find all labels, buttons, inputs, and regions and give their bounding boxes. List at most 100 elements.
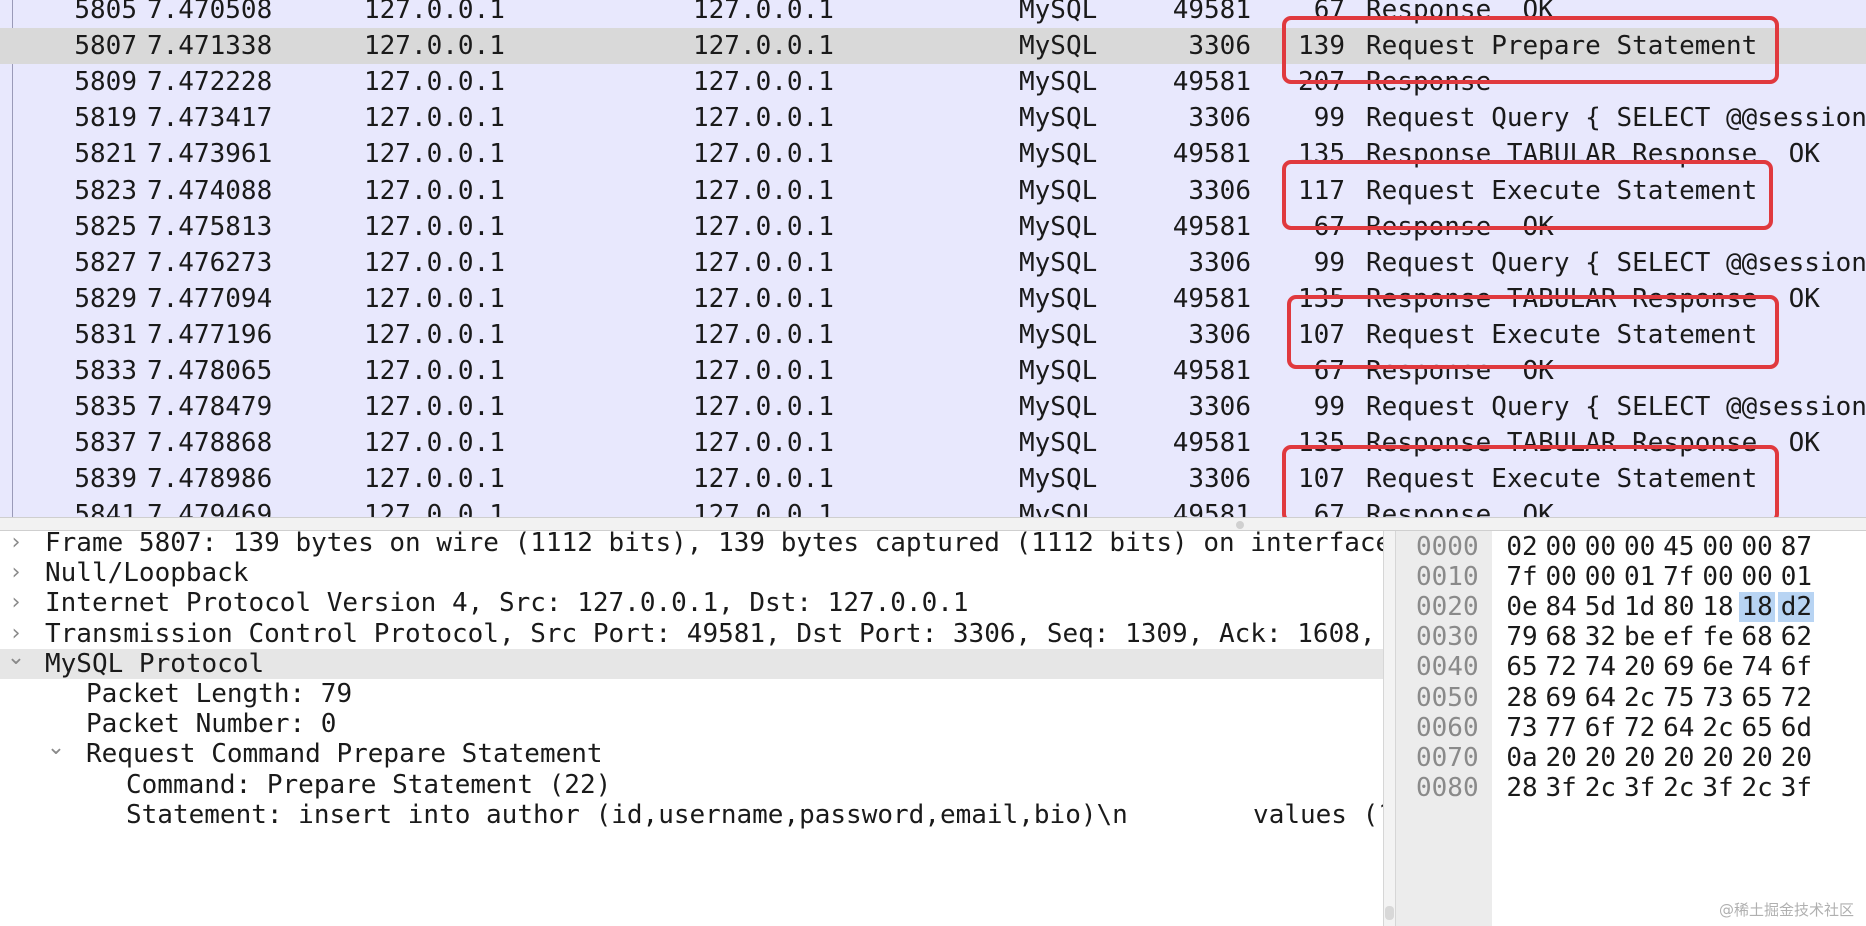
hex-byte[interactable]: 65 [1739, 713, 1775, 743]
hex-byte[interactable]: 3f [1622, 773, 1658, 803]
chevron-down-icon[interactable]: ⌄ [6, 649, 26, 669]
hex-byte[interactable]: 02 [1504, 532, 1540, 562]
hex-byte[interactable]: 00 [1543, 562, 1579, 592]
hex-byte[interactable]: 00 [1543, 532, 1579, 562]
hex-byte[interactable]: 65 [1504, 652, 1540, 682]
vertical-splitter[interactable] [1383, 531, 1396, 926]
hex-byte[interactable]: 32 [1582, 622, 1618, 652]
hex-byte[interactable]: 84 [1543, 592, 1579, 622]
hex-byte[interactable]: 75 [1661, 683, 1697, 713]
divider-grip[interactable] [1236, 521, 1244, 529]
hex-byte[interactable]: 6f [1778, 652, 1814, 682]
hex-byte[interactable]: 20 [1622, 652, 1658, 682]
chevron-right-icon[interactable]: › [6, 619, 26, 649]
hex-byte[interactable]: 5d [1582, 592, 1618, 622]
hex-byte[interactable]: 62 [1778, 622, 1814, 652]
hex-byte[interactable]: 65 [1739, 683, 1775, 713]
hex-byte[interactable]: 00 [1700, 562, 1736, 592]
packet-bytes-pane[interactable]: 0000 02 00 00 00 45 00 00 87 0010 7f 00 00 01 7f 00 00 01… [1396, 531, 1866, 926]
hex-byte[interactable]: 01 [1778, 562, 1814, 592]
hex-row[interactable]: 0050 28 69 64 2c 75 73 65 72 [1396, 683, 1866, 713]
hex-byte[interactable]: 68 [1543, 622, 1579, 652]
hex-byte[interactable]: 64 [1582, 683, 1618, 713]
hex-byte[interactable]: 6e [1700, 652, 1736, 682]
hex-row[interactable]: 0060 73 77 6f 72 64 2c 65 6d [1396, 713, 1866, 743]
hex-byte[interactable]: 2c [1739, 773, 1775, 803]
hex-byte[interactable]: 00 [1582, 532, 1618, 562]
hex-byte[interactable]: 68 [1739, 622, 1775, 652]
hex-byte[interactable]: 20 [1661, 743, 1697, 773]
hex-byte[interactable]: 18 [1700, 592, 1736, 622]
hex-byte[interactable]: 80 [1661, 592, 1697, 622]
hex-byte[interactable]: 0a [1504, 743, 1540, 773]
chevron-right-icon[interactable]: › [6, 531, 26, 558]
hex-byte[interactable]: 2c [1661, 773, 1697, 803]
hex-byte[interactable]: 77 [1543, 713, 1579, 743]
hex-byte[interactable]: 2c [1622, 683, 1658, 713]
hex-byte[interactable]: 45 [1661, 532, 1697, 562]
hex-byte[interactable]: 7f [1504, 562, 1540, 592]
detail-row[interactable]: ⌄ MySQL Protocol [0, 648, 1383, 679]
hex-byte[interactable]: 87 [1778, 532, 1814, 562]
hex-row[interactable]: 0020 0e 84 5d 1d 80 18 18 d2 [1396, 592, 1866, 623]
hex-byte[interactable]: 00 [1739, 562, 1775, 592]
hex-byte[interactable]: 00 [1622, 532, 1658, 562]
detail-row[interactable]: Packet Number: 0 [0, 709, 1383, 739]
hex-byte[interactable]: 28 [1504, 773, 1540, 803]
detail-row[interactable]: Packet Length: 79 [0, 679, 1383, 709]
hex-byte[interactable]: 6f [1582, 713, 1618, 743]
hex-byte[interactable]: be [1622, 622, 1658, 652]
chevron-down-icon[interactable]: ⌄ [46, 739, 66, 759]
packet-row[interactable]: 5835 7.478479 127.0.0.1 127.0.0.1 MySQL 3306 9… [0, 389, 1866, 425]
hex-byte[interactable]: 20 [1739, 743, 1775, 773]
hex-byte[interactable]: 00 [1739, 532, 1775, 562]
detail-row[interactable]: Statement: insert into author (id,userna… [0, 800, 1383, 830]
hex-row[interactable]: 0010 7f 00 00 01 7f 00 00 01 [1396, 562, 1866, 592]
hex-byte[interactable]: 20 [1543, 743, 1579, 773]
hex-byte[interactable]: 20 [1622, 743, 1658, 773]
hex-byte[interactable]: 79 [1504, 622, 1540, 652]
hex-byte[interactable]: 20 [1778, 743, 1814, 773]
hex-byte[interactable]: 7f [1661, 562, 1697, 592]
hex-byte[interactable]: 01 [1622, 562, 1658, 592]
hex-byte[interactable]: 74 [1582, 652, 1618, 682]
hex-byte[interactable]: 18 [1739, 592, 1776, 623]
pane-divider[interactable] [0, 517, 1866, 531]
hex-byte[interactable]: 6d [1778, 713, 1814, 743]
hex-byte[interactable]: 3f [1700, 773, 1736, 803]
hex-row[interactable]: 0040 65 72 74 20 69 6e 74 6f [1396, 652, 1866, 682]
packet-row[interactable]: 5819 7.473417 127.0.0.1 127.0.0.1 MySQL 3306 9… [0, 100, 1866, 136]
hex-byte[interactable]: 73 [1700, 683, 1736, 713]
hex-byte[interactable]: 00 [1700, 532, 1736, 562]
hex-byte[interactable]: ef [1661, 622, 1697, 652]
hex-row[interactable]: 0000 02 00 00 00 45 00 00 87 [1396, 532, 1866, 562]
hex-byte[interactable]: 72 [1622, 713, 1658, 743]
hex-byte[interactable]: 3f [1543, 773, 1579, 803]
hex-byte[interactable]: 20 [1582, 743, 1618, 773]
hex-byte[interactable]: 1d [1622, 592, 1658, 622]
hex-byte[interactable]: d2 [1778, 592, 1815, 623]
hex-byte[interactable]: 3f [1778, 773, 1814, 803]
hex-byte[interactable]: 2c [1700, 713, 1736, 743]
chevron-right-icon[interactable]: › [6, 558, 26, 588]
hex-byte[interactable]: 64 [1661, 713, 1697, 743]
hex-byte[interactable]: 73 [1504, 713, 1540, 743]
detail-row[interactable]: › Null/Loopback [0, 558, 1383, 588]
detail-row[interactable]: › Transmission Control Protocol, Src Port… [0, 619, 1383, 649]
detail-row[interactable]: Command: Prepare Statement (22) [0, 770, 1383, 800]
hex-byte[interactable]: fe [1700, 622, 1736, 652]
hex-row[interactable]: 0070 0a 20 20 20 20 20 20 20 [1396, 743, 1866, 773]
packet-list-pane[interactable]: 5805 7.470508 127.0.0.1 127.0.0.1 MySQL 49581… [0, 0, 1866, 517]
hex-byte[interactable]: 0e [1504, 592, 1540, 622]
packet-row[interactable]: 5827 7.476273 127.0.0.1 127.0.0.1 MySQL 3306 9… [0, 245, 1866, 281]
chevron-right-icon[interactable]: › [6, 588, 26, 618]
hex-byte[interactable]: 69 [1543, 683, 1579, 713]
splitter-grip[interactable] [1385, 906, 1394, 920]
hex-byte[interactable]: 2c [1582, 773, 1618, 803]
detail-row[interactable]: ⌄ Request Command Prepare Statement [0, 739, 1383, 769]
hex-byte[interactable]: 72 [1778, 683, 1814, 713]
hex-byte[interactable]: 69 [1661, 652, 1697, 682]
hex-row[interactable]: 0030 79 68 32 be ef fe 68 62 [1396, 622, 1866, 652]
hex-row[interactable]: 0080 28 3f 2c 3f 2c 3f 2c 3f [1396, 773, 1866, 803]
detail-row[interactable]: › Frame 5807: 139 bytes on wire (1112 bit… [0, 531, 1383, 558]
